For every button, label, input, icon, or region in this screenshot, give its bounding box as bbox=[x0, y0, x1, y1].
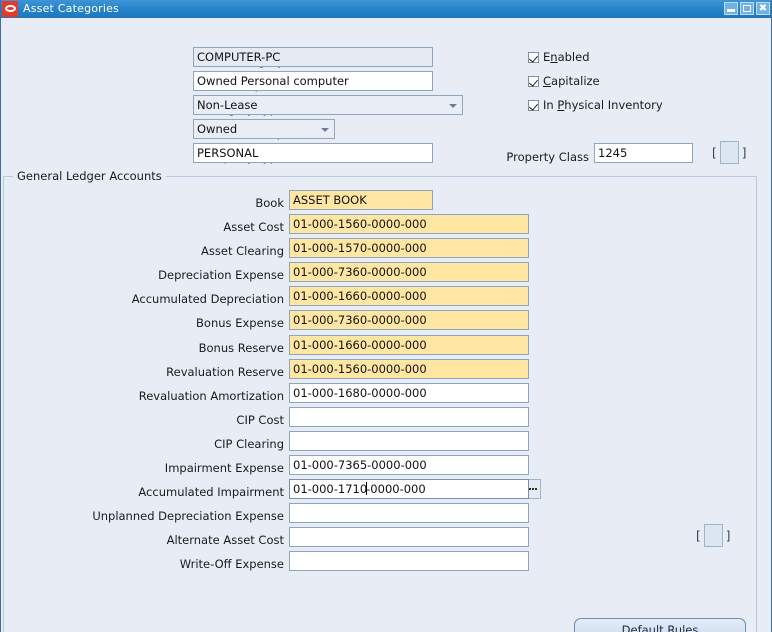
asset-categories-window: Asset Categories ✖ Category COMPUTER-PC … bbox=[0, 0, 772, 632]
minimize-button[interactable] bbox=[724, 2, 738, 15]
ownership-dropdown[interactable]: Owned bbox=[193, 119, 335, 139]
label-gl-account: Impairment Expense bbox=[164, 461, 284, 475]
checkbox-enabled-label: Enabled bbox=[543, 50, 590, 64]
gl-account-field[interactable]: 01-000-1710-0000-000 bbox=[289, 479, 529, 499]
gl-account-field[interactable]: 01-000-1660-0000-000 bbox=[289, 335, 529, 355]
bracket-close: ] bbox=[725, 528, 731, 543]
gl-account-field[interactable]: 01-000-7360-0000-000 bbox=[289, 262, 529, 282]
gl-account-field[interactable] bbox=[289, 527, 529, 547]
label-gl-account: Revaluation Amortization bbox=[138, 389, 284, 403]
gl-account-value-after: -0000-000 bbox=[366, 482, 426, 496]
property-class-flexfield-button[interactable]: [ ] bbox=[709, 141, 749, 164]
window-titlebar: Asset Categories ✖ bbox=[1, 0, 771, 18]
checkbox-capitalize[interactable]: Capitalize bbox=[528, 74, 600, 88]
checkbox-in-physical-inventory[interactable]: In Physical Inventory bbox=[528, 98, 663, 112]
ownership-value: Owned bbox=[197, 122, 238, 136]
property-type-field[interactable]: PERSONAL bbox=[193, 143, 433, 163]
label-gl-account: Accumulated Impairment bbox=[138, 485, 284, 499]
checkbox-box bbox=[528, 75, 539, 87]
gl-account-field[interactable] bbox=[289, 407, 529, 427]
description-field[interactable]: Owned Personal computer bbox=[193, 71, 433, 91]
label-gl-account: Bonus Reserve bbox=[198, 341, 284, 355]
label-gl-account: Asset Cost bbox=[223, 220, 284, 234]
gl-account-field[interactable]: 01-000-1570-0000-000 bbox=[289, 238, 529, 258]
gl-account-field[interactable]: 01-000-1680-0000-000 bbox=[289, 383, 529, 403]
checkbox-capitalize-label: Capitalize bbox=[543, 74, 600, 88]
category-type-value: Non-Lease bbox=[197, 98, 258, 112]
label-gl-account: CIP Clearing bbox=[214, 437, 284, 451]
gl-account-field[interactable]: 01-000-7360-0000-000 bbox=[289, 310, 529, 330]
gl-account-field[interactable]: 01-000-7365-0000-000 bbox=[289, 455, 529, 475]
window-controls: ✖ bbox=[724, 2, 771, 15]
label-gl-account: CIP Cost bbox=[236, 413, 284, 427]
gl-account-field[interactable] bbox=[289, 431, 529, 451]
gl-account-field[interactable]: 01-000-1560-0000-000 bbox=[289, 214, 529, 234]
label-gl-account: Depreciation Expense bbox=[158, 268, 284, 282]
oracle-logo-icon bbox=[2, 0, 18, 17]
category-field[interactable]: COMPUTER-PC bbox=[193, 47, 433, 67]
checkbox-enabled[interactable]: Enabled bbox=[528, 50, 590, 64]
bracket-open: [ bbox=[712, 145, 717, 160]
maximize-button[interactable] bbox=[740, 2, 754, 15]
window-title: Asset Categories bbox=[23, 1, 120, 15]
checkbox-in-physical-inventory-label: In Physical Inventory bbox=[543, 98, 663, 112]
property-class-field[interactable]: 1245 bbox=[594, 143, 693, 163]
chevron-down-icon bbox=[321, 128, 329, 132]
default-rules-button[interactable]: Default Rules bbox=[574, 618, 746, 632]
gl-account-field[interactable] bbox=[289, 551, 529, 571]
label-gl-account: Asset Clearing bbox=[201, 244, 284, 258]
label-gl-account: Bonus Expense bbox=[196, 316, 284, 330]
checkbox-box bbox=[528, 99, 539, 111]
general-ledger-group-title: General Ledger Accounts bbox=[13, 170, 166, 182]
bracket-open: [ bbox=[696, 528, 701, 543]
alternate-asset-cost-flexfield-button[interactable]: [ ] bbox=[693, 524, 733, 547]
category-type-dropdown[interactable]: Non-Lease bbox=[193, 95, 463, 115]
bracket-close: ] bbox=[741, 145, 747, 160]
gl-account-field[interactable]: 01-000-1560-0000-000 bbox=[289, 359, 529, 379]
label-book: Book bbox=[255, 196, 284, 210]
close-button[interactable]: ✖ bbox=[756, 2, 770, 15]
label-gl-account: Unplanned Depreciation Expense bbox=[92, 509, 284, 523]
label-gl-account: Accumulated Depreciation bbox=[131, 292, 284, 306]
checkbox-box bbox=[528, 51, 539, 63]
chevron-down-icon bbox=[449, 104, 457, 108]
flexfield-pad bbox=[719, 141, 739, 164]
label-gl-account: Write-Off Expense bbox=[179, 557, 284, 571]
gl-account-field[interactable]: 01-000-1660-0000-000 bbox=[289, 286, 529, 306]
label-property-class: Property Class bbox=[506, 150, 589, 164]
label-gl-account: Alternate Asset Cost bbox=[166, 533, 284, 547]
gl-account-field[interactable] bbox=[289, 503, 529, 523]
label-gl-account: Revaluation Reserve bbox=[166, 365, 284, 379]
book-field[interactable]: ASSET BOOK bbox=[289, 190, 433, 210]
gl-account-value-before: 01-000-1710 bbox=[293, 482, 368, 496]
flexfield-pad bbox=[703, 524, 723, 547]
